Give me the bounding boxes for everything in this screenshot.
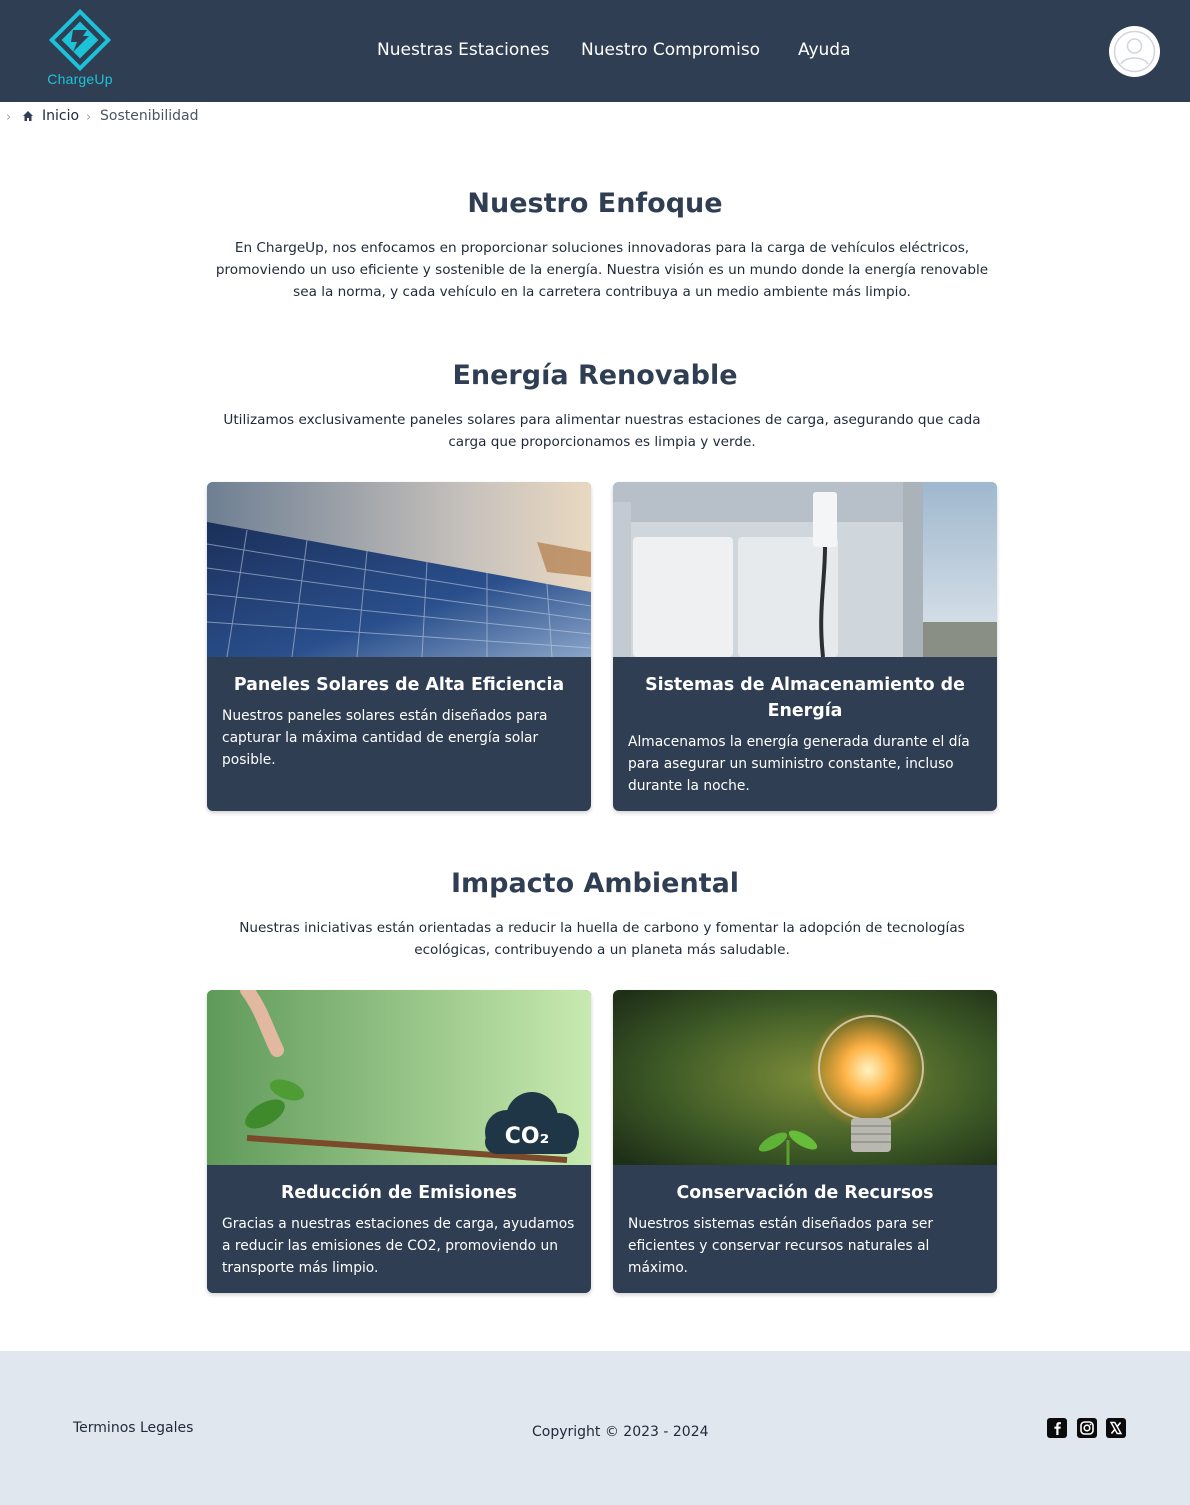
instagram-icon[interactable] [1077, 1418, 1097, 1438]
home-icon [23, 111, 33, 121]
section-title-renovable: Energía Renovable [452, 360, 738, 391]
light-bulb-image [613, 990, 997, 1165]
chevron-right-icon: › [6, 110, 12, 125]
co2-reduction-image: CO₂ [207, 990, 591, 1165]
card-paneles-solares: Paneles Solares de Alta Eficiencia Nuest… [207, 482, 591, 811]
logo-text: ChargeUp [47, 71, 113, 87]
breadcrumb: › Inicio › Sostenibilidad [0, 108, 400, 128]
card-text: Nuestros sistemas están diseñados para s… [628, 1216, 934, 1276]
chevron-right-icon: › [86, 110, 92, 125]
card-title: Reducción de Emisiones [280, 1183, 518, 1203]
solar-panels-image [207, 482, 591, 657]
footer: Terminos Legales Copyright © 2023 - 2024 [0, 1351, 1190, 1505]
card-title: Conservación de Recursos [676, 1183, 934, 1203]
section-text-impacto: Nuestras iniciativas están orientadas a … [239, 920, 965, 958]
card-almacenamiento: Sistemas de Almacenamiento de Energía Al… [613, 482, 997, 811]
main-nav: Nuestras Estaciones Nuestro Compromiso A… [0, 40, 1190, 64]
x-icon[interactable] [1106, 1418, 1126, 1438]
section-title-enfoque: Nuestro Enfoque [467, 188, 723, 219]
legal-terms-link[interactable]: Terminos Legales [73, 1420, 193, 1436]
card-title: Sistemas de Almacenamiento de Energía [645, 675, 965, 721]
card-conservacion-recursos: Conservación de Recursos Nuestros sistem… [613, 990, 997, 1293]
card-title: Paneles Solares de Alta Eficiencia [233, 675, 565, 695]
user-avatar-button[interactable] [1109, 26, 1160, 77]
card-reduccion-emisiones: CO₂ Reducción de Emisiones Gracias a nue… [207, 990, 591, 1293]
section-text-renovable: Utilizamos exclusivamente paneles solare… [223, 412, 981, 450]
svg-text:CO₂: CO₂ [505, 1124, 549, 1149]
energy-storage-image [613, 482, 997, 657]
card-text: Gracias a nuestras estaciones de carga, … [222, 1216, 575, 1276]
nav-nuestro-compromiso[interactable]: Nuestro Compromiso [581, 40, 760, 60]
card-text: Nuestros paneles solares están diseñados… [222, 708, 548, 768]
section-title-impacto: Impacto Ambiental [450, 868, 740, 899]
user-icon [1113, 30, 1156, 73]
nav-nuestras-estaciones[interactable]: Nuestras Estaciones [377, 40, 549, 60]
copyright-text: Copyright © 2023 - 2024 [532, 1424, 709, 1440]
card-text: Almacenamos la energía generada durante … [628, 734, 970, 794]
breadcrumb-home-link[interactable]: Inicio [42, 108, 79, 124]
section-text-enfoque: En ChargeUp, nos enfocamos en proporcion… [215, 240, 989, 300]
breadcrumb-current: Sostenibilidad [100, 108, 199, 124]
facebook-icon[interactable] [1047, 1418, 1067, 1438]
top-navigation-bar: ChargeUp Nuestras Estaciones Nuestro Com… [0, 0, 1190, 102]
nav-ayuda[interactable]: Ayuda [798, 40, 851, 60]
